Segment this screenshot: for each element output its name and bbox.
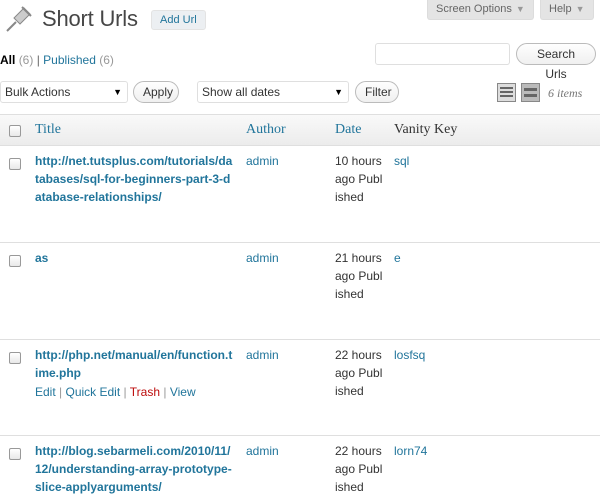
chevron-down-icon: ▼ <box>515 4 525 14</box>
list-view-icon[interactable] <box>497 83 516 102</box>
view-link[interactable]: View <box>170 385 196 399</box>
action-separator: | <box>163 385 167 399</box>
bulk-actions-select[interactable]: Bulk Actions ▼ <box>0 81 128 103</box>
view-published-count: (6) <box>99 53 114 67</box>
table-row: http://net.tutsplus.com/tutorials/databa… <box>0 146 600 243</box>
select-all-checkbox[interactable] <box>9 125 21 137</box>
screen-options-label: Screen Options <box>436 3 512 15</box>
table-header: Title Author Date Vanity Key <box>0 114 600 146</box>
action-separator: | <box>123 385 127 399</box>
row-author-link[interactable]: admin <box>246 249 279 267</box>
help-tab[interactable]: Help ▼ <box>540 0 594 20</box>
row-vanity-key: e <box>394 251 401 265</box>
column-author[interactable]: Author <box>246 122 286 138</box>
row-author-link[interactable]: admin <box>246 442 279 460</box>
column-vanity-key: Vanity Key <box>394 122 458 137</box>
dropdown-arrow-icon: ▼ <box>113 87 122 97</box>
table-row: as admin 21 hours ago Published e <box>0 243 600 340</box>
row-vanity-key: losfsq <box>394 348 426 362</box>
search-input[interactable] <box>375 43 510 65</box>
row-vanity-key: sql <box>394 154 410 168</box>
view-all-count: (6) <box>18 53 34 67</box>
view-published-link[interactable]: Published <box>43 53 96 67</box>
view-all-link[interactable]: All <box>0 53 15 67</box>
items-count: 6 items <box>548 86 583 100</box>
table-row: http://blog.sebarmeli.com/2010/11/12/und… <box>0 436 600 504</box>
column-title[interactable]: Title <box>35 122 61 138</box>
row-author-link[interactable]: admin <box>246 346 279 364</box>
row-title-link[interactable]: http://blog.sebarmeli.com/2010/11/12/und… <box>35 442 235 496</box>
row-title-link[interactable]: as <box>35 249 235 267</box>
row-date: 22 hours ago Published <box>335 444 383 494</box>
row-checkbox[interactable] <box>9 158 21 170</box>
row-title-link[interactable]: http://net.tutsplus.com/tutorials/databa… <box>35 152 235 206</box>
page-title: Short Urls <box>42 6 138 31</box>
date-filter-select[interactable]: Show all dates ▼ <box>197 81 349 103</box>
status-filter-links: All (6) | Published (6) <box>0 53 114 67</box>
row-vanity-key: lorn74 <box>394 444 428 458</box>
trash-link[interactable]: Trash <box>130 385 160 399</box>
column-date[interactable]: Date <box>335 122 361 138</box>
row-checkbox[interactable] <box>9 448 21 460</box>
pushpin-icon <box>6 6 32 32</box>
help-label: Help <box>549 3 572 15</box>
table-row: http://php.net/manual/en/function.time.p… <box>0 340 600 436</box>
filter-button[interactable]: Filter <box>355 81 399 103</box>
apply-button[interactable]: Apply <box>133 81 179 103</box>
bulk-actions-value: Bulk Actions <box>5 85 71 99</box>
chevron-down-icon: ▼ <box>575 4 585 14</box>
screen-options-tab[interactable]: Screen Options ▼ <box>427 0 534 20</box>
excerpt-view-icon[interactable] <box>521 83 540 102</box>
row-actions: Edit | Quick Edit | Trash | View <box>35 385 196 399</box>
date-filter-value: Show all dates <box>202 85 281 99</box>
row-author-link[interactable]: admin <box>246 152 279 170</box>
row-checkbox[interactable] <box>9 352 21 364</box>
edit-link[interactable]: Edit <box>35 385 56 399</box>
add-url-button[interactable]: Add Url <box>151 10 206 30</box>
action-separator: | <box>59 385 63 399</box>
row-date: 21 hours ago Published <box>335 251 383 301</box>
dropdown-arrow-icon: ▼ <box>334 87 343 97</box>
row-title-link[interactable]: http://php.net/manual/en/function.time.p… <box>35 346 235 382</box>
row-checkbox[interactable] <box>9 255 21 267</box>
search-urls-button[interactable]: Search Urls <box>516 43 596 81</box>
quick-edit-link[interactable]: Quick Edit <box>66 385 121 399</box>
row-date: 22 hours ago Published <box>335 348 383 398</box>
view-separator: | <box>36 53 40 67</box>
row-date: 10 hours ago Published <box>335 154 383 204</box>
